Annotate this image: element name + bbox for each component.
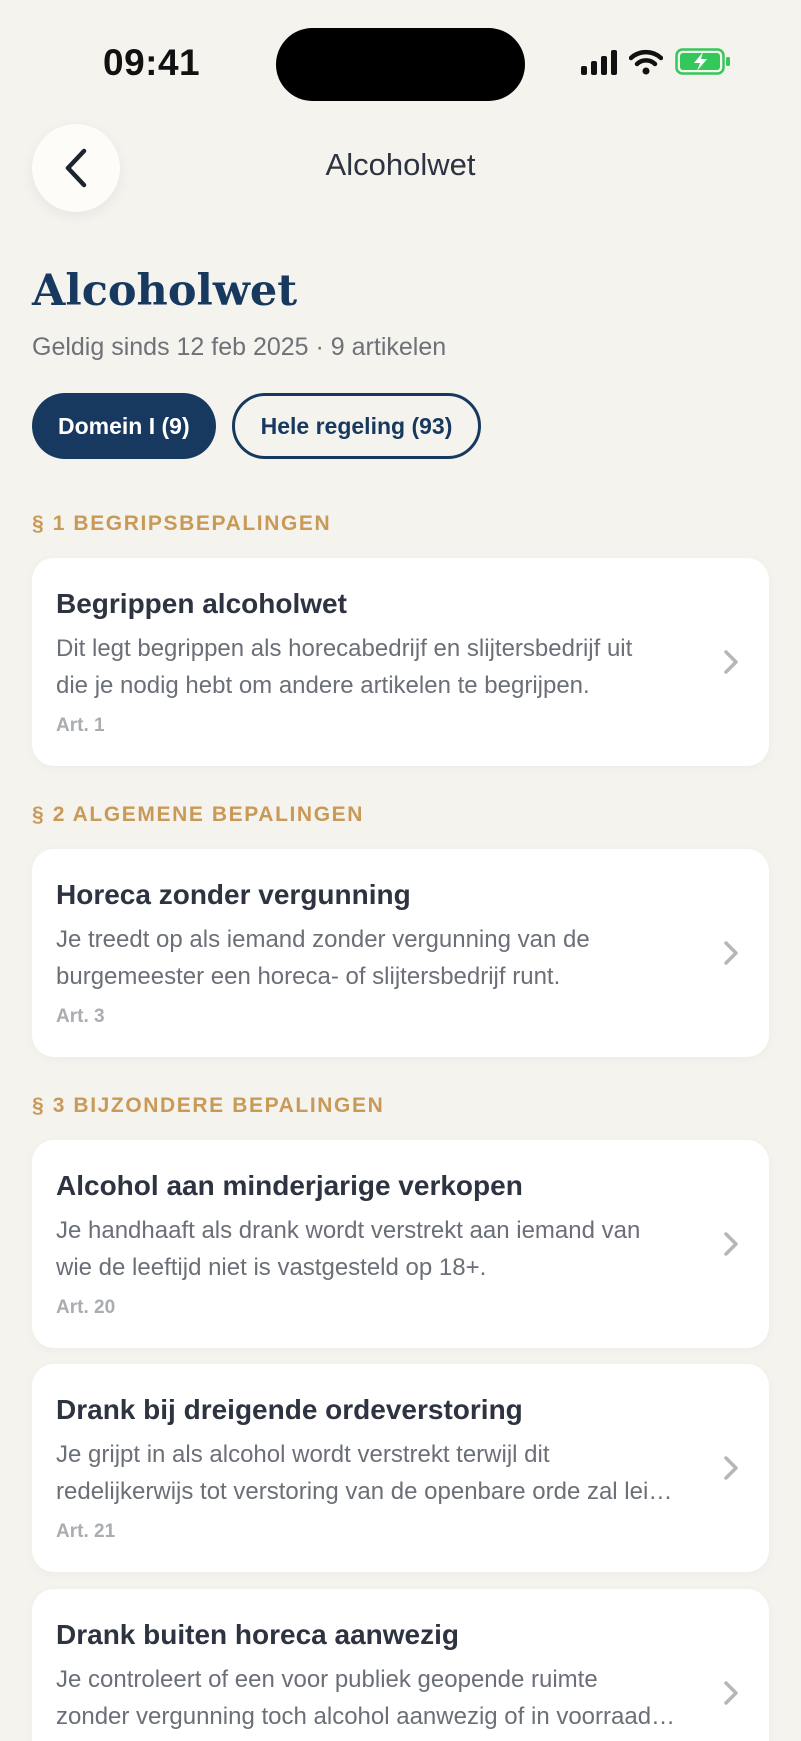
status-bar: 09:41 [0, 0, 801, 120]
chevron-right-icon [724, 650, 738, 674]
article-card[interactable]: Begrippen alcoholwet Dit legt begrippen … [32, 558, 769, 766]
battery-charging-icon [675, 48, 730, 75]
nav-title: Alcoholwet [325, 147, 476, 182]
article-description: Je handhaaft als drank wordt verstrekt a… [56, 1217, 641, 1281]
article-number: Art. 1 [56, 715, 105, 736]
article-title: Horeca zonder vergunning [56, 879, 411, 910]
filter-chip-hele-regeling[interactable]: Hele regeling (93) [231, 393, 482, 459]
section-header: § 3 BIJZONDERE BEPALINGEN [32, 1094, 385, 1117]
article-number: Art. 3 [56, 1006, 105, 1027]
article-card[interactable]: Horeca zonder vergunning Je treedt op al… [32, 849, 769, 1057]
dynamic-island [276, 28, 525, 101]
article-card[interactable]: Drank buiten horeca aanwezig Je controle… [32, 1589, 769, 1741]
status-icons [581, 48, 731, 75]
article-title: Drank buiten horeca aanwezig [56, 1619, 459, 1650]
chevron-right-icon [724, 1232, 738, 1256]
chevron-right-icon [724, 1681, 738, 1705]
wifi-icon [629, 49, 663, 74]
article-title: Drank bij dreigende ordeverstoring [56, 1394, 523, 1425]
article-card[interactable]: Alcohol aan minderjarige verkopen Je han… [32, 1140, 769, 1348]
article-description: Je grijpt in als alcohol wordt verstrekt… [56, 1441, 673, 1505]
page-subtitle: Geldig sinds 12 feb 2025 · 9 artikelen [32, 333, 447, 361]
article-card[interactable]: Drank bij dreigende ordeverstoring Je gr… [32, 1364, 769, 1572]
section-header: § 1 BEGRIPSBEPALINGEN [32, 512, 332, 535]
cellular-signal-icon [581, 49, 617, 75]
article-number: Art. 20 [56, 1297, 116, 1318]
screen: 09:41 Alcoholwet Alcoholwet Geldig sinds… [0, 0, 801, 1741]
filter-chips: Domein I (9) Hele regeling (93) [32, 393, 482, 459]
article-description: Dit legt begrippen als horecabedrijf en … [56, 635, 633, 699]
section-header: § 2 ALGEMENE BEPALINGEN [32, 803, 365, 826]
page-title: Alcoholwet [32, 266, 298, 316]
chevron-right-icon [724, 941, 738, 965]
article-title: Begrippen alcoholwet [56, 588, 347, 619]
filter-chip-domein[interactable]: Domein I (9) [32, 393, 216, 459]
article-description: Je treedt op als iemand zonder vergunnin… [56, 926, 590, 990]
chevron-right-icon [724, 1456, 738, 1480]
article-number: Art. 21 [56, 1521, 116, 1542]
article-title: Alcohol aan minderjarige verkopen [56, 1170, 523, 1201]
article-description: Je controleert of een voor publiek geope… [56, 1666, 676, 1730]
status-time: 09:41 [103, 42, 201, 83]
